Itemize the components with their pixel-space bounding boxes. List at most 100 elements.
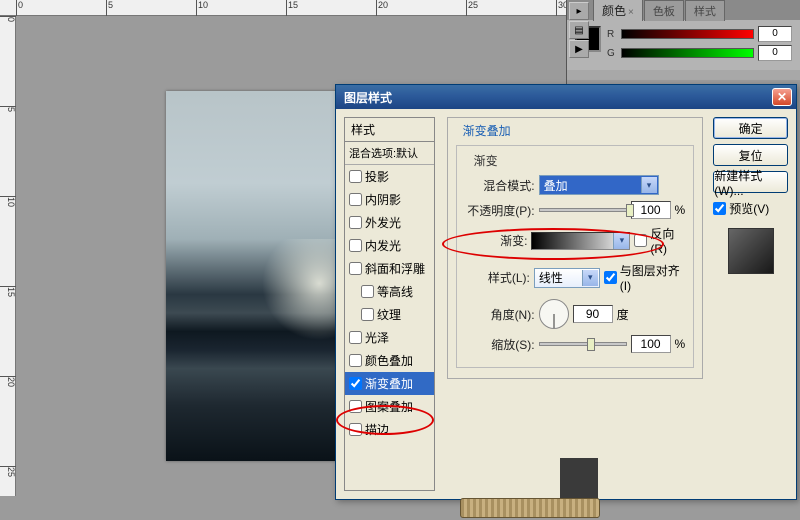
subgroup-title: 渐变 [471, 152, 501, 169]
checkbox[interactable] [349, 216, 362, 229]
effect-bevel[interactable]: 斜面和浮雕 [345, 257, 434, 280]
checkbox[interactable] [634, 234, 647, 247]
g-label: G [607, 48, 617, 59]
r-value[interactable]: 0 [758, 26, 792, 42]
effect-label: 描边 [365, 421, 389, 438]
angle-value[interactable]: 90 [573, 305, 613, 323]
checkbox[interactable] [361, 285, 374, 298]
gradient-picker[interactable]: ▾ [531, 232, 630, 250]
checkbox[interactable] [349, 170, 362, 183]
reverse-label: 反向(R) [650, 225, 685, 256]
blend-mode-select[interactable]: 叠加 ▾ [539, 175, 659, 195]
checkbox[interactable] [361, 308, 374, 321]
scale-label: 缩放(S): [465, 336, 535, 353]
g-value[interactable]: 0 [758, 45, 792, 61]
effect-stroke[interactable]: 描边 [345, 418, 434, 441]
group-title: 渐变叠加 [460, 122, 514, 139]
r-label: R [607, 29, 617, 40]
reverse-checkbox[interactable]: 反向(R) [634, 225, 685, 256]
chevron-down-icon: ▾ [613, 233, 629, 249]
effect-texture[interactable]: 纹理 [345, 303, 434, 326]
ruler-tick: 25 [466, 0, 478, 16]
tab-swatches[interactable]: 色板 [644, 0, 684, 21]
angle-label: 角度(N): [465, 306, 535, 323]
tab-styles[interactable]: 样式 [685, 0, 725, 21]
checkbox[interactable] [604, 271, 617, 284]
checkbox[interactable] [713, 202, 726, 215]
effect-contour[interactable]: 等高线 [345, 280, 434, 303]
ruler-tick: 5 [0, 106, 16, 112]
scale-slider[interactable] [539, 342, 627, 346]
ok-button[interactable]: 确定 [713, 117, 788, 139]
dialog-buttons: 确定 复位 新建样式(W)... 预览(V) [711, 109, 796, 499]
document-image[interactable] [166, 91, 358, 461]
ruler-tick: 15 [0, 286, 16, 297]
style-select[interactable]: 线性 ▾ [534, 268, 600, 288]
style-label: 样式(L): [465, 269, 530, 286]
tab-color[interactable]: 颜色× [593, 0, 643, 21]
checkbox[interactable] [349, 423, 362, 436]
effect-label: 内发光 [365, 237, 401, 254]
checkbox[interactable] [349, 331, 362, 344]
angle-dial[interactable] [539, 299, 569, 329]
checkbox[interactable] [349, 377, 362, 390]
effect-drop-shadow[interactable]: 投影 [345, 165, 434, 188]
bottom-decorative-strip [460, 498, 600, 518]
checkbox[interactable] [349, 193, 362, 206]
panel-histogram-icon[interactable]: ▤ [569, 21, 589, 39]
color-panel-tabs: 颜色× 色板 样式 [567, 0, 800, 20]
scale-unit: % [675, 337, 686, 351]
effect-gradient-overlay[interactable]: 渐变叠加 [345, 372, 434, 395]
new-style-button[interactable]: 新建样式(W)... [713, 171, 788, 193]
blending-options-item[interactable]: 混合选项:默认 [345, 142, 434, 165]
checkbox[interactable] [349, 400, 362, 413]
r-slider[interactable] [621, 29, 754, 39]
effect-inner-glow[interactable]: 内发光 [345, 234, 434, 257]
close-icon[interactable]: × [628, 7, 634, 18]
checkbox[interactable] [349, 262, 362, 275]
gradient-overlay-settings: 渐变叠加 渐变 混合模式: 叠加 ▾ 不透明度(P): 100 [439, 109, 712, 499]
panel-play-icon[interactable]: ▶ [569, 40, 589, 58]
close-button[interactable]: ✕ [772, 88, 792, 106]
dialog-title: 图层样式 [340, 89, 772, 106]
opacity-value[interactable]: 100 [631, 201, 671, 219]
scale-value[interactable]: 100 [631, 335, 671, 353]
effect-label: 斜面和浮雕 [365, 260, 425, 277]
effect-label: 外发光 [365, 214, 401, 231]
dialog-titlebar[interactable]: 图层样式 ✕ [336, 85, 796, 109]
effect-label: 投影 [365, 168, 389, 185]
angle-unit: 度 [617, 306, 629, 323]
g-slider[interactable] [621, 48, 754, 58]
align-label: 与图层对齐(I) [620, 262, 685, 293]
chevron-down-icon: ▾ [641, 177, 657, 193]
color-panel: R 0 G 0 [567, 20, 800, 70]
preview-label: 预览(V) [729, 200, 769, 217]
gradient-label: 渐变: [465, 232, 528, 249]
align-checkbox[interactable]: 与图层对齐(I) [604, 262, 685, 293]
effect-color-overlay[interactable]: 颜色叠加 [345, 349, 434, 372]
ruler-tick: 15 [286, 0, 298, 16]
preview-checkbox[interactable]: 预览(V) [713, 200, 788, 217]
opacity-label: 不透明度(P): [465, 202, 535, 219]
effect-label: 内阴影 [365, 191, 401, 208]
reset-button[interactable]: 复位 [713, 144, 788, 166]
effect-label: 图案叠加 [365, 398, 413, 415]
effect-inner-shadow[interactable]: 内阴影 [345, 188, 434, 211]
ruler-tick: 5 [106, 0, 113, 16]
checkbox[interactable] [349, 354, 362, 367]
chevron-down-icon: ▾ [582, 270, 598, 286]
ruler-tick: 0 [16, 0, 23, 16]
effect-outer-glow[interactable]: 外发光 [345, 211, 434, 234]
styles-header[interactable]: 样式 [345, 118, 434, 142]
layer-style-dialog: 图层样式 ✕ 样式 混合选项:默认 投影 内阴影 外发光 内发光 斜面和浮雕 等… [335, 84, 797, 500]
ruler-tick: 20 [376, 0, 388, 16]
style-preview-swatch [728, 228, 774, 274]
ruler-tick: 25 [0, 466, 16, 477]
ruler-tick: 20 [0, 376, 16, 387]
panel-collapse-icon[interactable]: ▸ [569, 2, 589, 20]
opacity-slider[interactable] [539, 208, 627, 212]
checkbox[interactable] [349, 239, 362, 252]
tab-label: 颜色 [602, 4, 626, 18]
effect-pattern-overlay[interactable]: 图案叠加 [345, 395, 434, 418]
effect-satin[interactable]: 光泽 [345, 326, 434, 349]
